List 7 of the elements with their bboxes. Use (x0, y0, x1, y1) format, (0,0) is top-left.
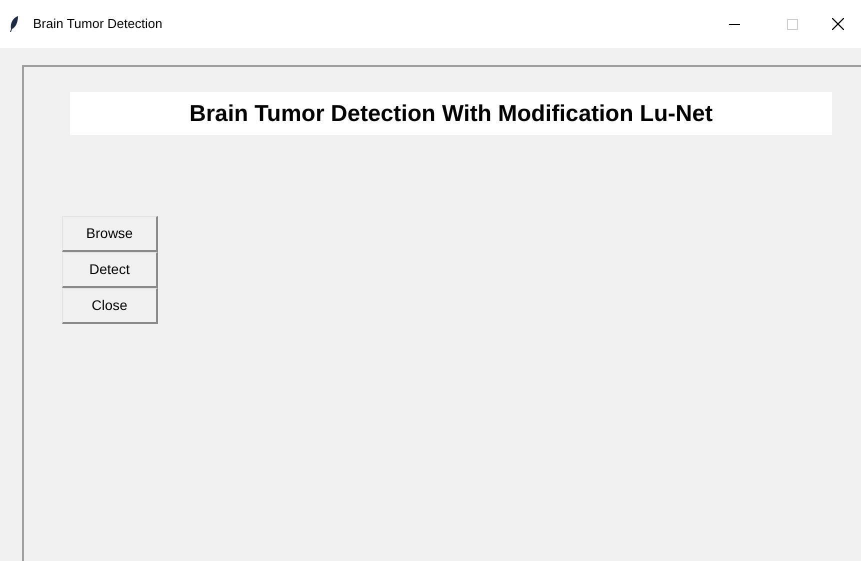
window-title: Brain Tumor Detection (33, 15, 162, 34)
action-button[interactable]: Close (62, 288, 158, 324)
action-button[interactable]: Detect (62, 252, 158, 288)
close-icon (832, 18, 844, 30)
feather-icon (9, 16, 19, 32)
action-button[interactable]: Browse (62, 216, 158, 252)
heading: Brain Tumor Detection With Modification Lu-Net (70, 92, 832, 135)
